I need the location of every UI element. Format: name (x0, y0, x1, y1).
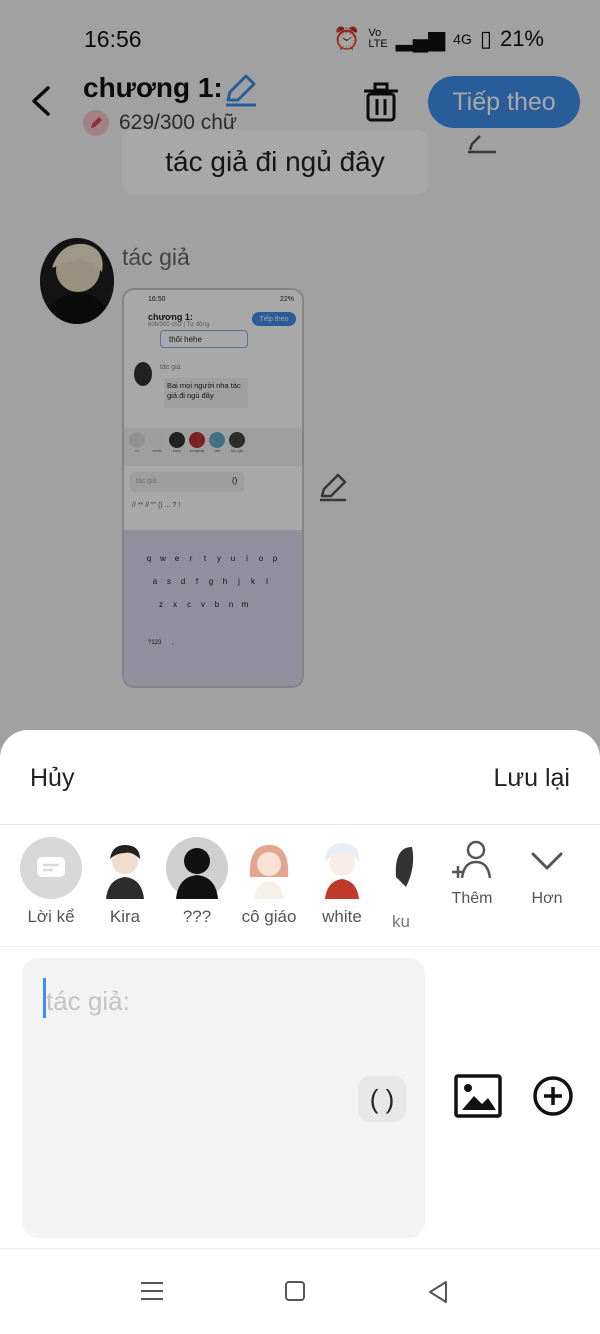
character-white[interactable]: white (310, 837, 374, 927)
narration-icon (20, 837, 82, 899)
character-ku[interactable]: ku (392, 837, 416, 937)
cancel-button[interactable]: Hủy (30, 764, 74, 793)
home-icon[interactable] (284, 1280, 306, 1302)
character-label: ??? (182, 907, 212, 926)
character-label: white (322, 907, 362, 926)
character-kira[interactable]: Kira (93, 837, 157, 927)
character-teacher[interactable]: cô giáo (237, 837, 301, 927)
character-unknown[interactable]: ??? (165, 837, 229, 927)
divider (0, 946, 600, 947)
character-label: ku (392, 912, 410, 931)
character-avatar (94, 837, 156, 899)
character-avatar (238, 837, 300, 899)
character-avatar (311, 837, 373, 899)
parentheses-button[interactable]: ( ) (358, 1076, 406, 1122)
divider (0, 824, 600, 825)
add-person-icon (452, 840, 492, 879)
add-character-label: Thêm (451, 890, 493, 907)
save-button[interactable]: Lưu lại (493, 764, 570, 793)
character-narration[interactable]: Lời kể (19, 837, 83, 927)
menu-icon[interactable] (140, 1280, 164, 1302)
more-characters-button[interactable]: Hơn (517, 838, 577, 908)
character-label: Kira (109, 907, 141, 926)
character-avatar (166, 837, 228, 899)
chevron-down-icon (531, 852, 563, 870)
image-icon[interactable] (454, 1074, 502, 1118)
add-character-button[interactable]: Thêm (442, 838, 502, 908)
character-label: cô giáo (241, 907, 297, 926)
character-label: Lời kể (27, 907, 75, 926)
back-triangle-icon[interactable] (426, 1280, 450, 1304)
message-input-placeholder: tác giả: (46, 986, 130, 1016)
character-avatar (392, 837, 416, 904)
add-circle-icon[interactable] (532, 1075, 574, 1117)
more-characters-label: Hơn (531, 890, 563, 907)
